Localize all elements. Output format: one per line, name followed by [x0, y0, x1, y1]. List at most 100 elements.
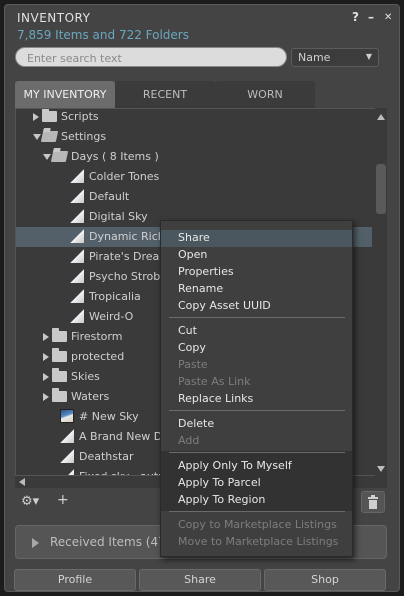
add-icon[interactable]: + [57, 492, 69, 508]
tree-row[interactable]: Days ( 8 Items ) [16, 147, 372, 167]
expand-arrow-icon[interactable] [32, 538, 39, 548]
scroll-up-icon[interactable] [377, 114, 385, 120]
close-button[interactable]: ✕ [384, 12, 392, 23]
tree-item-label: Days ( 8 Items ) [71, 150, 159, 163]
menu-item-label: Move to Marketplace Listings [178, 535, 339, 548]
menu-item-label: Apply To Parcel [178, 476, 261, 489]
tree-row[interactable]: Settings [16, 127, 372, 147]
menu-item-label: Paste [178, 358, 208, 371]
menu-item-label: Apply To Region [178, 493, 266, 506]
help-button[interactable]: ? [352, 10, 359, 24]
menu-item-label: Copy [178, 341, 206, 354]
menu-item-label: Add [178, 434, 200, 447]
chevron-right-icon[interactable] [33, 113, 39, 121]
shop-button[interactable]: Shop [264, 569, 386, 591]
menu-item-properties[interactable]: Properties [161, 264, 352, 281]
tree-item-label: Weird-O [89, 310, 134, 323]
menu-item-apply-to-parcel[interactable]: Apply To Parcel [161, 475, 352, 492]
scroll-down-icon[interactable] [377, 466, 385, 472]
search-box[interactable] [15, 47, 287, 67]
tree-item-label: Pirate's Dream [89, 250, 171, 263]
minimize-button[interactable]: – [368, 10, 374, 24]
tree-row[interactable]: Default [16, 187, 372, 207]
trash-icon[interactable] [361, 491, 385, 513]
tree-item-label: Colder Tones [89, 170, 160, 183]
folder-icon [40, 131, 59, 142]
tree-item-label: Deathstar [79, 450, 134, 463]
day-setting-icon [70, 249, 84, 263]
menu-separator [169, 410, 345, 411]
day-setting-icon [60, 429, 74, 443]
day-setting-icon [70, 189, 84, 203]
chevron-right-icon[interactable] [43, 353, 49, 361]
menu-item-label: Open [178, 248, 208, 261]
folder-icon [52, 368, 67, 382]
tree-item-label: Default [89, 190, 130, 203]
share-button[interactable]: Share [139, 569, 261, 591]
profile-button[interactable]: Profile [14, 569, 136, 591]
tree-item-label: Settings [61, 130, 107, 143]
scroll-thumb[interactable] [376, 164, 386, 214]
menu-item-label: Cut [178, 324, 197, 337]
window-title: INVENTORY [17, 11, 91, 25]
menu-item-paste-as-link: Paste As Link [161, 374, 352, 391]
tree-item-label: # New Sky [79, 410, 139, 423]
sort-value: Name [298, 51, 331, 64]
menu-item-copy[interactable]: Copy [161, 340, 352, 357]
day-setting-icon [60, 449, 74, 463]
day-setting-icon [70, 229, 84, 243]
menu-item-copy-to-marketplace-listings: Copy to Marketplace Listings [161, 517, 352, 534]
menu-item-cut[interactable]: Cut [161, 323, 352, 340]
menu-item-apply-to-region[interactable]: Apply To Region [161, 492, 352, 509]
folder-icon [52, 348, 67, 362]
menu-item-paste: Paste [161, 357, 352, 374]
folder-icon [42, 109, 57, 122]
tree-item-label: protected [71, 350, 125, 363]
menu-item-open[interactable]: Open [161, 247, 352, 264]
menu-item-replace-links[interactable]: Replace Links [161, 391, 352, 408]
menu-item-share[interactable]: Share [161, 230, 352, 247]
sort-dropdown[interactable]: Name ▼ [291, 48, 379, 67]
gear-icon[interactable]: ⚙▾ [21, 494, 39, 509]
menu-item-copy-asset-uuid[interactable]: Copy Asset UUID [161, 298, 352, 315]
folder-icon [50, 151, 69, 162]
vertical-scrollbar[interactable] [375, 108, 387, 476]
scroll-left-icon[interactable] [19, 478, 25, 486]
menu-separator [169, 511, 345, 512]
tab-recent[interactable]: RECENT [115, 81, 215, 108]
menu-item-label: Copy Asset UUID [178, 299, 271, 312]
chevron-down-icon[interactable] [33, 134, 41, 140]
search-input[interactable] [25, 49, 284, 67]
tab-worn[interactable]: WORN [215, 81, 315, 108]
chevron-right-icon[interactable] [43, 373, 49, 381]
tree-item-label: Scripts [61, 110, 99, 123]
sky-setting-icon [60, 409, 74, 423]
day-setting-icon [70, 309, 84, 323]
day-setting-icon [60, 469, 74, 475]
chevron-right-icon[interactable] [43, 393, 49, 401]
tree-row[interactable]: Scripts [16, 109, 372, 127]
menu-item-apply-only-to-myself[interactable]: Apply Only To Myself [161, 458, 352, 475]
menu-item-label: Apply Only To Myself [178, 459, 292, 472]
menu-item-label: Replace Links [178, 392, 254, 405]
tree-row[interactable]: Colder Tones [16, 167, 372, 187]
tree-item-label: Digital Sky [89, 210, 148, 223]
tree-item-label: Skies [71, 370, 100, 383]
day-setting-icon [70, 169, 84, 183]
menu-item-label: Rename [178, 282, 224, 295]
menu-item-label: Delete [178, 417, 215, 430]
tab-bar: MY INVENTORY RECENT WORN [15, 81, 315, 108]
chevron-down-icon[interactable] [43, 154, 51, 160]
menu-item-rename[interactable]: Rename [161, 281, 352, 298]
tab-my-inventory[interactable]: MY INVENTORY [15, 81, 115, 108]
received-items-label: Received Items (47 [50, 535, 166, 549]
menu-item-label: Properties [178, 265, 234, 278]
menu-separator [169, 317, 345, 318]
day-setting-icon [70, 269, 84, 283]
day-setting-icon [70, 289, 84, 303]
tree-item-label: Tropicalia [89, 290, 141, 303]
chevron-right-icon[interactable] [43, 333, 49, 341]
menu-item-label: Copy to Marketplace Listings [178, 518, 337, 531]
menu-item-delete[interactable]: Delete [161, 416, 352, 433]
folder-icon [52, 328, 67, 342]
